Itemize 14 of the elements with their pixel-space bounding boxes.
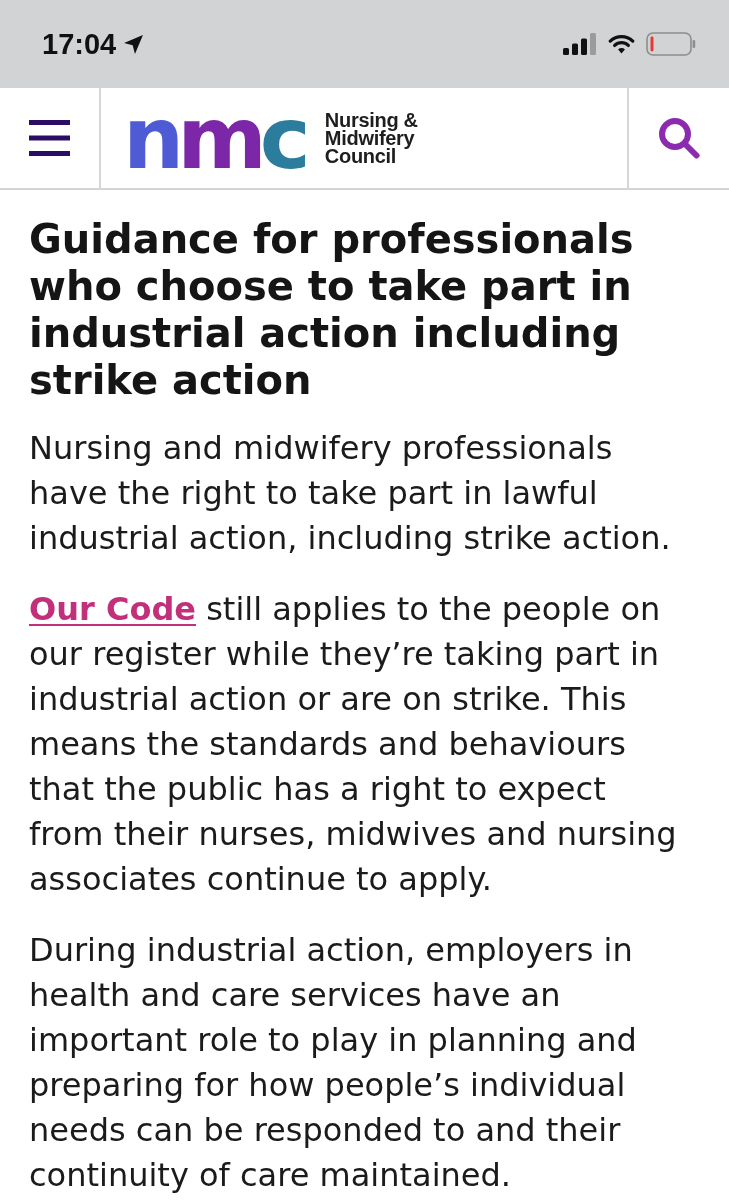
body-paragraph: During industrial action, employers in health and care services have an important role to play in planning and preparing for how people’s individual needs can be responded to and their continuity of care maintained.	[29, 930, 638, 1196]
battery-icon	[646, 32, 696, 56]
menu-icon	[29, 120, 70, 156]
code-link[interactable]: Our Code	[29, 590, 196, 628]
logo-mark: nmc	[123, 107, 306, 169]
logo-wordmark: Nursing & Midwifery Council	[324, 111, 418, 165]
signal-icon	[563, 33, 597, 55]
body-paragraph: Our Code still applies to the people on our register while they’re taking part in industrial action or are on strike. This means the standards and behaviours that the public has a right to expect from their nurses, midwives and nursing associates continue to apply.	[29, 589, 678, 900]
location-arrow-icon	[123, 33, 145, 55]
page-heading: Guidance for professionals who choose to take part in industrial action including strike action	[29, 216, 635, 404]
status-time: 17:04	[42, 27, 117, 61]
body-paragraph: Nursing and midwifery professionals have the right to take part in lawful industrial action, including strike action.	[29, 428, 672, 559]
search-icon	[658, 117, 700, 159]
wifi-icon	[608, 34, 635, 54]
